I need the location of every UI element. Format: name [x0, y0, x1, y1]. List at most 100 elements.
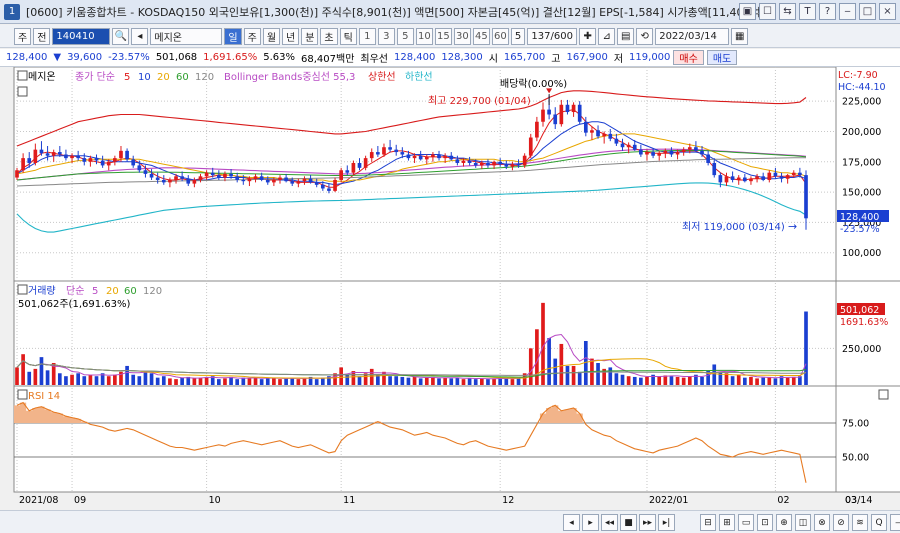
zoom-icon[interactable]: Q [871, 514, 887, 531]
candle-body [290, 181, 295, 184]
candle-body [302, 178, 307, 182]
scroll-right-button[interactable]: ▸ [582, 514, 599, 531]
candle-body [785, 175, 790, 179]
candle-body [82, 158, 87, 162]
sound-icon[interactable]: ◂ [131, 27, 149, 45]
minute-option[interactable]: 15 [434, 27, 452, 45]
help-icon[interactable]: ? [819, 3, 836, 20]
volume-bar [339, 367, 343, 385]
tool-icon-3[interactable]: ▭ [738, 514, 754, 531]
rsi-settings-icon[interactable] [878, 389, 889, 400]
save-icon[interactable]: ▤ [617, 27, 635, 45]
volume-bar [400, 376, 405, 385]
panel-menu-icon[interactable] [17, 86, 28, 97]
period-button-month[interactable]: 월 [262, 27, 281, 45]
volume-bar [388, 376, 392, 385]
volume-bar [724, 373, 729, 385]
candle-body [577, 104, 582, 122]
app-icon[interactable]: 1 [4, 3, 20, 20]
candle-body [119, 150, 123, 159]
volume-bar [168, 378, 172, 385]
trade-volume: 501,068 [155, 52, 198, 63]
volume-bar [27, 371, 32, 385]
search-icon[interactable]: 🔍 [112, 27, 130, 45]
candle-body [265, 179, 270, 183]
current-price: 128,400 [6, 52, 48, 63]
stock-name-field[interactable]: 메지온 [150, 27, 223, 45]
minute-option[interactable]: 30 [453, 27, 471, 45]
end-button[interactable]: ▸| [658, 514, 675, 531]
window-title: [0600] 키움종합차트 - KOSDAQ150 외국인보유[1,300(천)… [26, 5, 761, 19]
data-count-field[interactable]: 137/600 [527, 27, 578, 45]
candle-body [161, 179, 166, 183]
buy-button[interactable]: 매수 [673, 50, 704, 65]
period-button-year[interactable]: 년 [282, 27, 300, 45]
volume-bar [106, 376, 111, 385]
crosshair-icon[interactable]: ✚ [579, 27, 597, 45]
rewind-button[interactable]: ◂◂ [601, 514, 618, 531]
panel-collapse-icon[interactable] [17, 70, 28, 81]
tool-icon-8[interactable]: ⊘ [833, 514, 849, 531]
calendar-icon[interactable]: ▦ [731, 27, 749, 45]
candle-body [596, 130, 600, 137]
tool-icon-5[interactable]: ⊕ [776, 514, 792, 531]
tool-icon-9[interactable]: ≋ [852, 514, 868, 531]
link-icon[interactable]: ⇆ [779, 3, 796, 20]
minute-option[interactable]: 1 [358, 27, 376, 45]
stop-button[interactable]: ■ [620, 514, 637, 531]
candle-body [718, 175, 723, 183]
minute-option[interactable]: 3 [377, 27, 395, 45]
minimize-icon[interactable]: ‒ [839, 3, 856, 20]
minute-option[interactable]: 45 [472, 27, 490, 45]
scroll-left-button[interactable]: ◂ [563, 514, 580, 531]
minute-option[interactable]: 60 [491, 27, 509, 45]
tool-icon-7[interactable]: ⊗ [814, 514, 830, 531]
candle-body [761, 176, 766, 180]
close-icon[interactable]: × [879, 3, 896, 20]
candle-body [376, 152, 380, 155]
date-axis-tick: 2021/08 [19, 495, 58, 506]
period-button-week[interactable]: 주 [243, 27, 261, 45]
period-button-minute[interactable]: 분 [301, 27, 319, 45]
minute-value-select[interactable]: 5 [510, 27, 526, 45]
minute-option[interactable]: 5 [396, 27, 414, 45]
scope-select[interactable]: 전 [33, 27, 51, 45]
period-select[interactable]: 주 [14, 27, 32, 45]
tool-icon-4[interactable]: ⊡ [757, 514, 773, 531]
high-price: 167,900 [566, 52, 608, 63]
period-button-tick[interactable]: 틱 [339, 27, 357, 45]
candle-body [498, 161, 503, 165]
volume-panel-icon[interactable] [17, 284, 28, 295]
tool-icon-6[interactable]: ◫ [795, 514, 811, 531]
candle-body [559, 104, 564, 125]
volume-legend-ma5: 5 [92, 286, 98, 297]
reset-icon[interactable]: ⟲ [636, 27, 654, 45]
restore-icon[interactable]: ☐ [759, 3, 776, 20]
volume-bar [565, 365, 570, 385]
price-legend-lower: 하한선 [405, 70, 433, 83]
chart-type-icon[interactable]: ⊿ [598, 27, 616, 45]
stock-code-input[interactable]: 140410 [52, 27, 111, 45]
volume-bar [516, 378, 521, 385]
layout-icon[interactable]: ▣ [739, 3, 756, 20]
period-button-day[interactable]: 일 [224, 27, 242, 45]
zoom-out-icon[interactable]: ‒ [890, 514, 900, 531]
candle-body [229, 173, 233, 177]
tool-icon-1[interactable]: ⊟ [700, 514, 716, 531]
period-button-second[interactable]: 초 [320, 27, 338, 45]
volume-bar [449, 378, 454, 385]
candle-body [712, 162, 717, 176]
tool-icon-2[interactable]: ⊞ [719, 514, 735, 531]
date-field[interactable]: 2022/03/14 [655, 27, 730, 45]
forward-button[interactable]: ▸▸ [639, 514, 656, 531]
maximize-icon[interactable]: □ [859, 3, 876, 20]
volume-bar [143, 371, 148, 385]
stock-chart[interactable]: 225,000200,000175,000150,000125,000100,0… [0, 67, 900, 510]
text-icon[interactable]: T [799, 3, 816, 20]
candle-body [394, 149, 399, 153]
rsi-panel-icon[interactable] [17, 389, 28, 400]
sell-button[interactable]: 매도 [706, 50, 738, 65]
minute-option[interactable]: 10 [415, 27, 433, 45]
volume-bar [88, 374, 93, 385]
price-change-rate: -23.57% [108, 52, 150, 63]
